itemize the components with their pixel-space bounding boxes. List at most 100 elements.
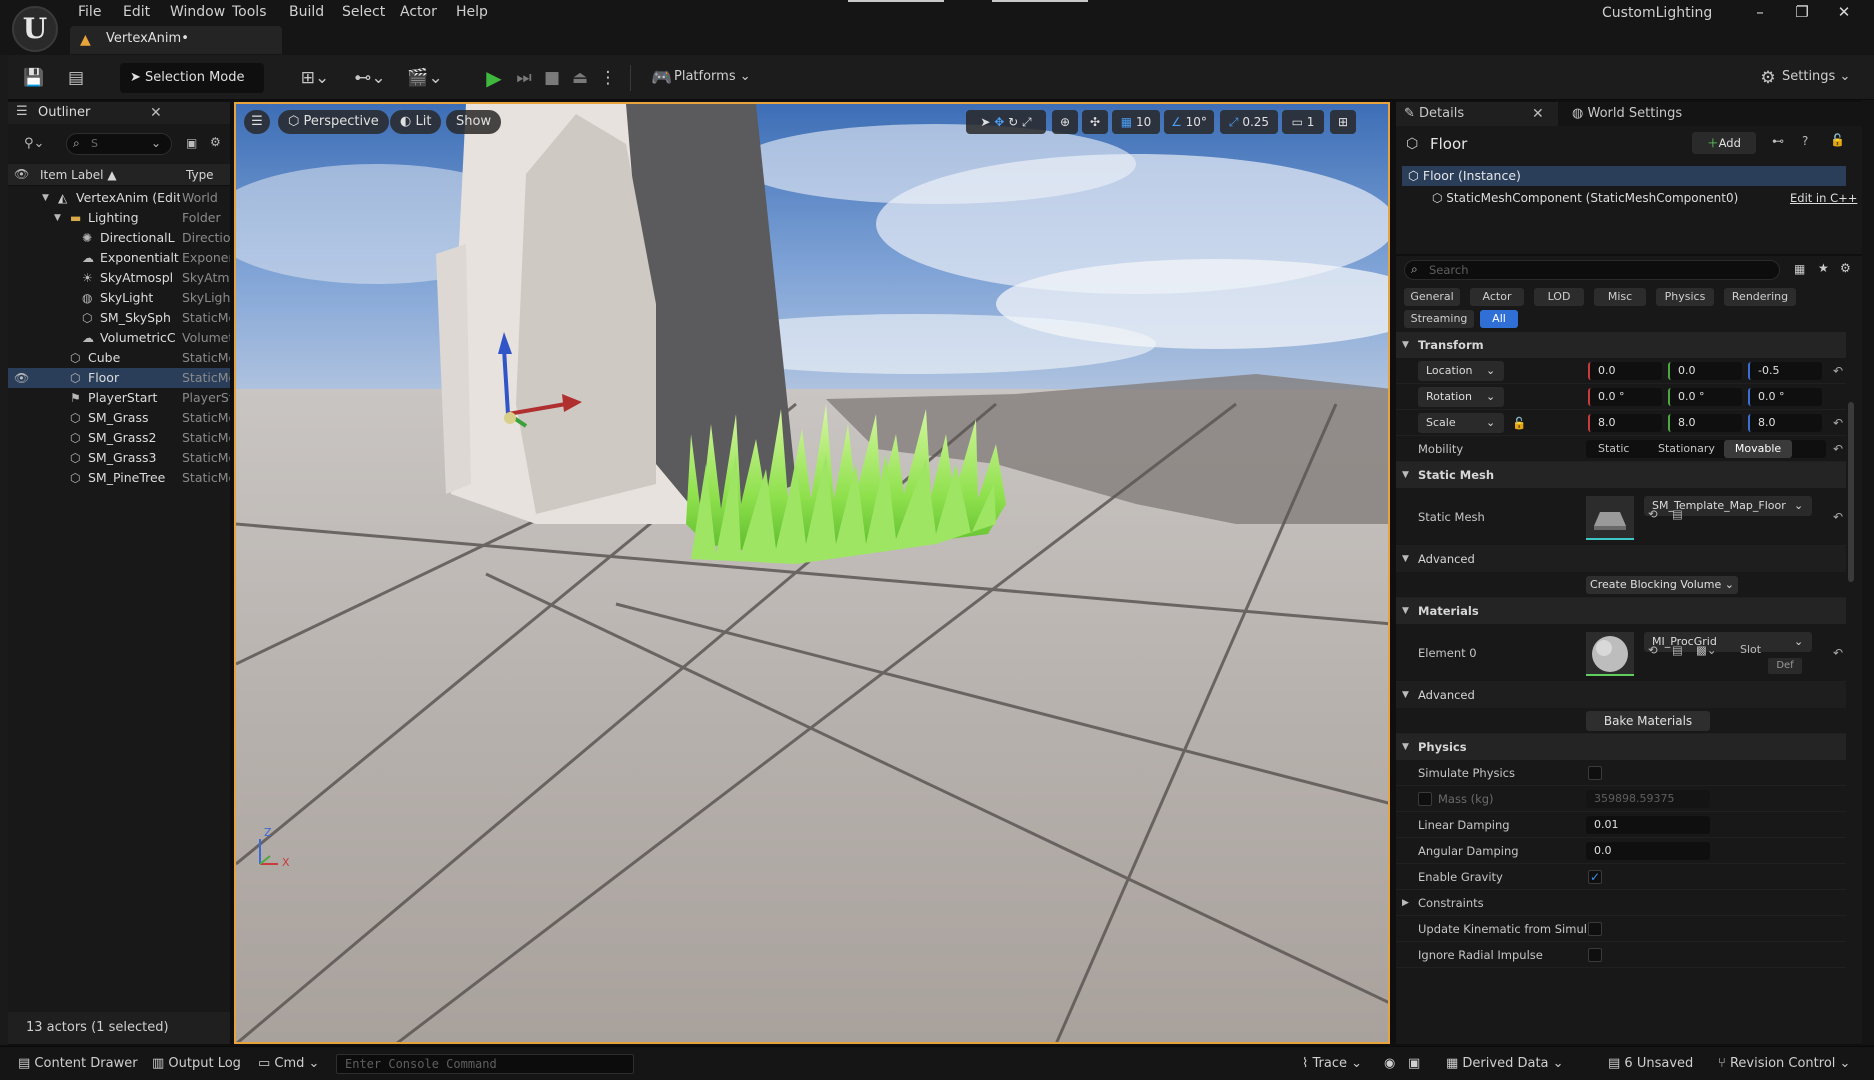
reset-arrow-icon[interactable]: ↶ (1833, 436, 1843, 462)
category-rendering[interactable]: Rendering (1724, 288, 1796, 306)
menu-build[interactable]: Build (289, 2, 324, 22)
level-viewport[interactable]: Z X ☰ ⬡ Perspective ◐ Lit Show ➤ ✥ ↻ ⤢ ⊕… (234, 102, 1390, 1044)
maximize-button[interactable]: ❐ (1784, 0, 1820, 26)
unsaved-button[interactable]: ▤ 6 Unsaved (1608, 1054, 1693, 1074)
outliner-row[interactable]: ◍ SkyLight SkyLigh (8, 288, 230, 308)
category-general[interactable]: General (1404, 288, 1460, 306)
platforms-dropdown[interactable]: Platforms ⌄ (674, 67, 751, 87)
create-blocking-volume-button[interactable]: Create Blocking Volume ⌄ (1586, 576, 1738, 594)
scale-snap-button[interactable]: ⤢ 0.25 (1220, 110, 1278, 134)
details-close-icon[interactable]: ✕ (1532, 102, 1544, 126)
stop-icon[interactable]: ■ (538, 64, 566, 92)
outliner-row[interactable]: ▼ ▬ Lighting Folder (8, 208, 230, 228)
minimize-button[interactable]: – (1742, 0, 1778, 26)
slot-value[interactable]: Def (1768, 658, 1802, 674)
record-icon[interactable]: ◉ (1384, 1054, 1395, 1074)
transform-tools[interactable]: ➤ ✥ ↻ ⤢ (966, 110, 1046, 134)
outliner-row[interactable]: ⬡ SM_SkySph StaticMe (8, 308, 230, 328)
close-window-button[interactable]: ✕ (1826, 0, 1862, 26)
level-tab[interactable]: ▲ VertexAnim• (70, 26, 282, 54)
outliner-row[interactable]: ✺ DirectionalL Directio (8, 228, 230, 248)
outliner-settings-icon[interactable]: ⚙ (210, 135, 221, 149)
ignore-radial-checkbox[interactable] (1588, 948, 1602, 962)
outliner-close-icon[interactable]: ✕ (150, 105, 162, 121)
play-icon[interactable]: ▶ (480, 64, 508, 92)
visibility-icon[interactable]: 👁 (14, 167, 29, 181)
more-options-icon[interactable]: ⋮ (594, 64, 622, 92)
lit-button[interactable]: ◐ Lit (390, 110, 442, 134)
cinematics-icon[interactable]: 🎬⌄ (405, 64, 445, 92)
rotation-dropdown[interactable]: Rotation ⌄ (1418, 387, 1504, 407)
lock-icon[interactable]: 🔓 (1512, 410, 1526, 436)
mobility-movable[interactable]: Movable (1724, 440, 1792, 458)
surface-snap-icon[interactable]: ✣ (1082, 110, 1108, 134)
angular-damping-field[interactable]: 0.0 (1586, 842, 1710, 860)
linear-damping-field[interactable]: 0.01 (1586, 816, 1710, 834)
category-actor[interactable]: Actor (1470, 288, 1524, 306)
expand-arrow-icon[interactable]: ▼ (42, 188, 49, 208)
derived-data-dropdown[interactable]: ▦ Derived Data ⌄ (1446, 1054, 1564, 1074)
material-dropdown[interactable]: MI_ProcGrid ⌄ (1644, 632, 1812, 652)
grid-snap-button[interactable]: ▦ 10 (1112, 110, 1160, 134)
outliner-row[interactable]: ⬡ Cube StaticMe (8, 348, 230, 368)
use-selected-icon[interactable]: ⟲ (1648, 640, 1658, 660)
outliner-row[interactable]: ⬡ SM_Grass3 StaticMe (8, 448, 230, 468)
trace-dropdown[interactable]: ⌇ Trace ⌄ (1302, 1054, 1362, 1074)
rotation-y-field[interactable]: 0.0 ° (1668, 388, 1742, 406)
scale-z-field[interactable]: 8.0 (1748, 414, 1822, 432)
location-y-field[interactable]: 0.0 (1668, 362, 1742, 380)
outliner-row[interactable]: ☁ Exponentialt Exponer (8, 248, 230, 268)
location-dropdown[interactable]: Location ⌄ (1418, 361, 1504, 381)
add-component-button[interactable]: ＋Add (1692, 132, 1756, 154)
visibility-icon[interactable]: 👁 (14, 368, 29, 388)
category-physics[interactable]: Physics (1656, 288, 1714, 306)
outliner-row[interactable]: ⚑ PlayerStart PlayerSt (8, 388, 230, 408)
material-thumbnail[interactable] (1586, 632, 1634, 676)
outliner-row[interactable]: ☀ SkyAtmospl SkyAtmo (8, 268, 230, 288)
category-misc[interactable]: Misc (1594, 288, 1646, 306)
lock-icon[interactable]: 🔓 (1830, 133, 1845, 147)
static-mesh-dropdown[interactable]: SM_Template_Map_Floor ⌄ (1644, 496, 1812, 516)
category-streaming[interactable]: Streaming (1404, 310, 1474, 328)
details-scrollbar[interactable] (1848, 402, 1854, 582)
settings-dropdown[interactable]: Settings ⌄ (1782, 67, 1850, 87)
menu-window[interactable]: Window (170, 2, 225, 22)
unreal-logo-icon[interactable]: U (12, 6, 58, 52)
outliner-row[interactable]: ▼ ◭ VertexAnim (Edit World (8, 188, 230, 208)
menu-tools[interactable]: Tools (232, 2, 267, 22)
col-type[interactable]: Type (186, 168, 214, 182)
content-drawer-button[interactable]: ▤ Content Drawer (18, 1054, 138, 1074)
reset-arrow-icon[interactable]: ↶ (1833, 410, 1843, 436)
rotation-z-field[interactable]: 0.0 ° (1748, 388, 1822, 406)
revision-control-dropdown[interactable]: ⑂ Revision Control ⌄ (1718, 1054, 1850, 1074)
step-icon[interactable]: ⏭ (510, 64, 538, 92)
section-static-mesh[interactable]: ▼ Static Mesh (1396, 462, 1846, 488)
reset-arrow-icon[interactable]: ↶ (1833, 358, 1843, 384)
tab-world-settings[interactable]: ◍ World Settings (1562, 102, 1682, 126)
camera-capture-icon[interactable]: ▣ (1408, 1054, 1420, 1074)
move-tool-icon[interactable]: ✥ (994, 115, 1004, 129)
checker-icon[interactable]: ▩⌄ (1696, 640, 1717, 660)
reset-arrow-icon[interactable]: ↶ (1833, 488, 1843, 546)
add-actor-icon[interactable]: ⊞⌄ (295, 64, 335, 92)
outliner-row[interactable]: 👁 ⬡ Floor StaticMe (8, 368, 230, 388)
browse-asset-icon[interactable]: ▤ (1672, 504, 1683, 524)
show-button[interactable]: Show (446, 110, 502, 134)
outliner-row[interactable]: ☁ VolumetricC Volumet (8, 328, 230, 348)
table-view-icon[interactable]: ▦ (1794, 262, 1805, 276)
mobility-static[interactable]: Static (1598, 440, 1629, 458)
outliner-row[interactable]: ⬡ SM_Grass StaticMe (8, 408, 230, 428)
tab-details[interactable]: ✎ Details ✕ (1396, 102, 1558, 126)
reset-arrow-icon[interactable]: ↶ (1833, 624, 1843, 682)
enable-gravity-checkbox[interactable]: ✓ (1588, 870, 1602, 884)
section-static-mesh-advanced[interactable]: ▼ Advanced (1396, 546, 1846, 572)
filter-icon[interactable]: ⚲⌄ (24, 136, 44, 151)
selection-mode-dropdown[interactable]: ➤ Selection Mode ⌄ (120, 63, 264, 115)
section-physics[interactable]: ▼ Physics (1396, 734, 1846, 760)
world-local-icon[interactable]: ⊕ (1052, 110, 1078, 134)
eject-icon[interactable]: ⏏ (566, 64, 594, 92)
static-mesh-thumbnail[interactable] (1586, 496, 1634, 540)
details-search-input[interactable]: ⌕ Search (1404, 260, 1780, 280)
blueprint-icon[interactable]: ⊷⌄ (350, 64, 390, 92)
star-icon[interactable]: ★ (1818, 261, 1829, 275)
